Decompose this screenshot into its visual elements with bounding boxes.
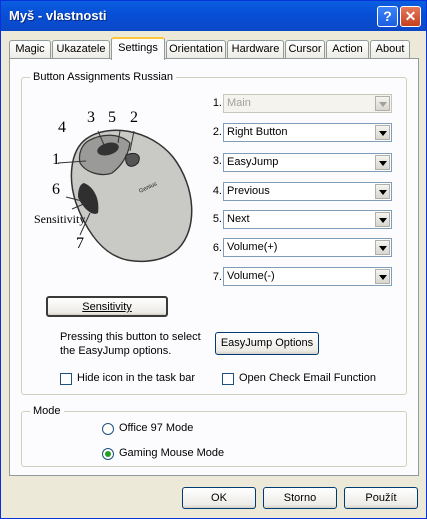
mouse-label-7: 7 [76, 235, 84, 252]
tab-magic[interactable]: Magic [9, 40, 51, 58]
cancel-button[interactable]: Storno [263, 487, 337, 509]
dropdown-arrow-icon[interactable] [375, 240, 390, 255]
assignment-7-value: Volume(-) [227, 270, 275, 282]
assignment-2-number: 2. [212, 126, 222, 138]
assignment-7-select[interactable]: Volume(-) [223, 267, 392, 286]
tab-settings[interactable]: Settings [111, 37, 165, 60]
assignment-4-number: 4. [212, 185, 222, 197]
mouse-label-5: 5 [108, 109, 116, 126]
tab-action[interactable]: Action [326, 40, 369, 58]
assignment-4-select[interactable]: Previous [223, 182, 392, 201]
assignment-2-select[interactable]: Right Button [223, 123, 392, 142]
assignment-6-number: 6. [212, 242, 222, 254]
tab-hardware[interactable]: Hardware [227, 40, 284, 58]
apply-button[interactable]: Použít [344, 487, 418, 509]
office97-mode-radio[interactable] [102, 423, 114, 435]
tab-cursor[interactable]: Cursor [285, 40, 325, 58]
dropdown-arrow-icon [375, 96, 390, 111]
gaming-mouse-mode-radio[interactable] [102, 448, 114, 460]
assignment-5-value: Next [227, 213, 250, 225]
sensitivity-button[interactable]: Sensitivity [46, 296, 168, 317]
office97-mode-label[interactable]: Office 97 Mode [119, 422, 193, 434]
dropdown-arrow-icon[interactable] [375, 125, 390, 140]
button-assignments-label: Button Assignments Russian [30, 71, 177, 83]
mouse-label-4: 4 [58, 119, 66, 136]
tab-orientation[interactable]: Orientation [166, 40, 226, 58]
settings-panel: Button Assignments Russian Genius 4 3 5 … [9, 58, 419, 476]
assignment-3-select[interactable]: EasyJump [223, 153, 392, 172]
mouse-label-3: 3 [87, 109, 95, 126]
gaming-mouse-mode-label[interactable]: Gaming Mouse Mode [119, 447, 224, 459]
mouse-label-1: 1 [52, 151, 60, 168]
assignment-5-select[interactable]: Next [223, 210, 392, 229]
dropdown-arrow-icon[interactable] [375, 269, 390, 284]
ok-button[interactable]: OK [182, 487, 256, 509]
properties-window: Myš - vlastnosti ? ✕ Magic Ukazatele Set… [0, 0, 427, 519]
assignment-1-number: 1. [212, 97, 222, 109]
mouse-label-2: 2 [130, 109, 138, 126]
open-check-email-label[interactable]: Open Check Email Function [239, 372, 376, 384]
assignment-3-value: EasyJump [227, 156, 279, 168]
open-check-email-checkbox[interactable] [222, 373, 234, 385]
mode-group-label: Mode [30, 405, 64, 417]
assignment-6-value: Volume(+) [227, 241, 278, 253]
dropdown-arrow-icon[interactable] [375, 184, 390, 199]
easyjump-options-button[interactable]: EasyJump Options [215, 332, 319, 355]
dropdown-arrow-icon[interactable] [375, 212, 390, 227]
sensitivity-button-label: Sensitivity [82, 301, 132, 313]
tab-about[interactable]: About [370, 40, 410, 58]
window-title: Myš - vlastnosti [9, 8, 107, 23]
mouse-label-6: 6 [52, 181, 60, 198]
assignment-3-number: 3. [212, 155, 222, 167]
help-button[interactable]: ? [377, 6, 398, 27]
easyjump-note-line1: Pressing this button to select [60, 331, 201, 343]
title-bar[interactable]: Myš - vlastnosti ? ✕ [1, 1, 426, 31]
mouse-label-sensitivity: Sensitivity [34, 212, 86, 226]
easyjump-button-shape [125, 152, 140, 167]
tab-ukazatele[interactable]: Ukazatele [52, 40, 110, 58]
assignment-4-value: Previous [227, 185, 270, 197]
assignment-6-select[interactable]: Volume(+) [223, 238, 392, 257]
assignment-1-value: Main [227, 97, 251, 109]
assignment-5-number: 5. [212, 213, 222, 225]
assignment-1-select: Main [223, 94, 392, 113]
hide-icon-label[interactable]: Hide icon in the task bar [77, 372, 195, 384]
dropdown-arrow-icon[interactable] [375, 155, 390, 170]
hide-icon-checkbox[interactable] [60, 373, 72, 385]
close-button[interactable]: ✕ [400, 6, 421, 27]
assignment-2-value: Right Button [227, 126, 288, 138]
easyjump-note-line2: the EasyJump options. [60, 345, 172, 357]
assignment-7-number: 7. [212, 271, 222, 283]
